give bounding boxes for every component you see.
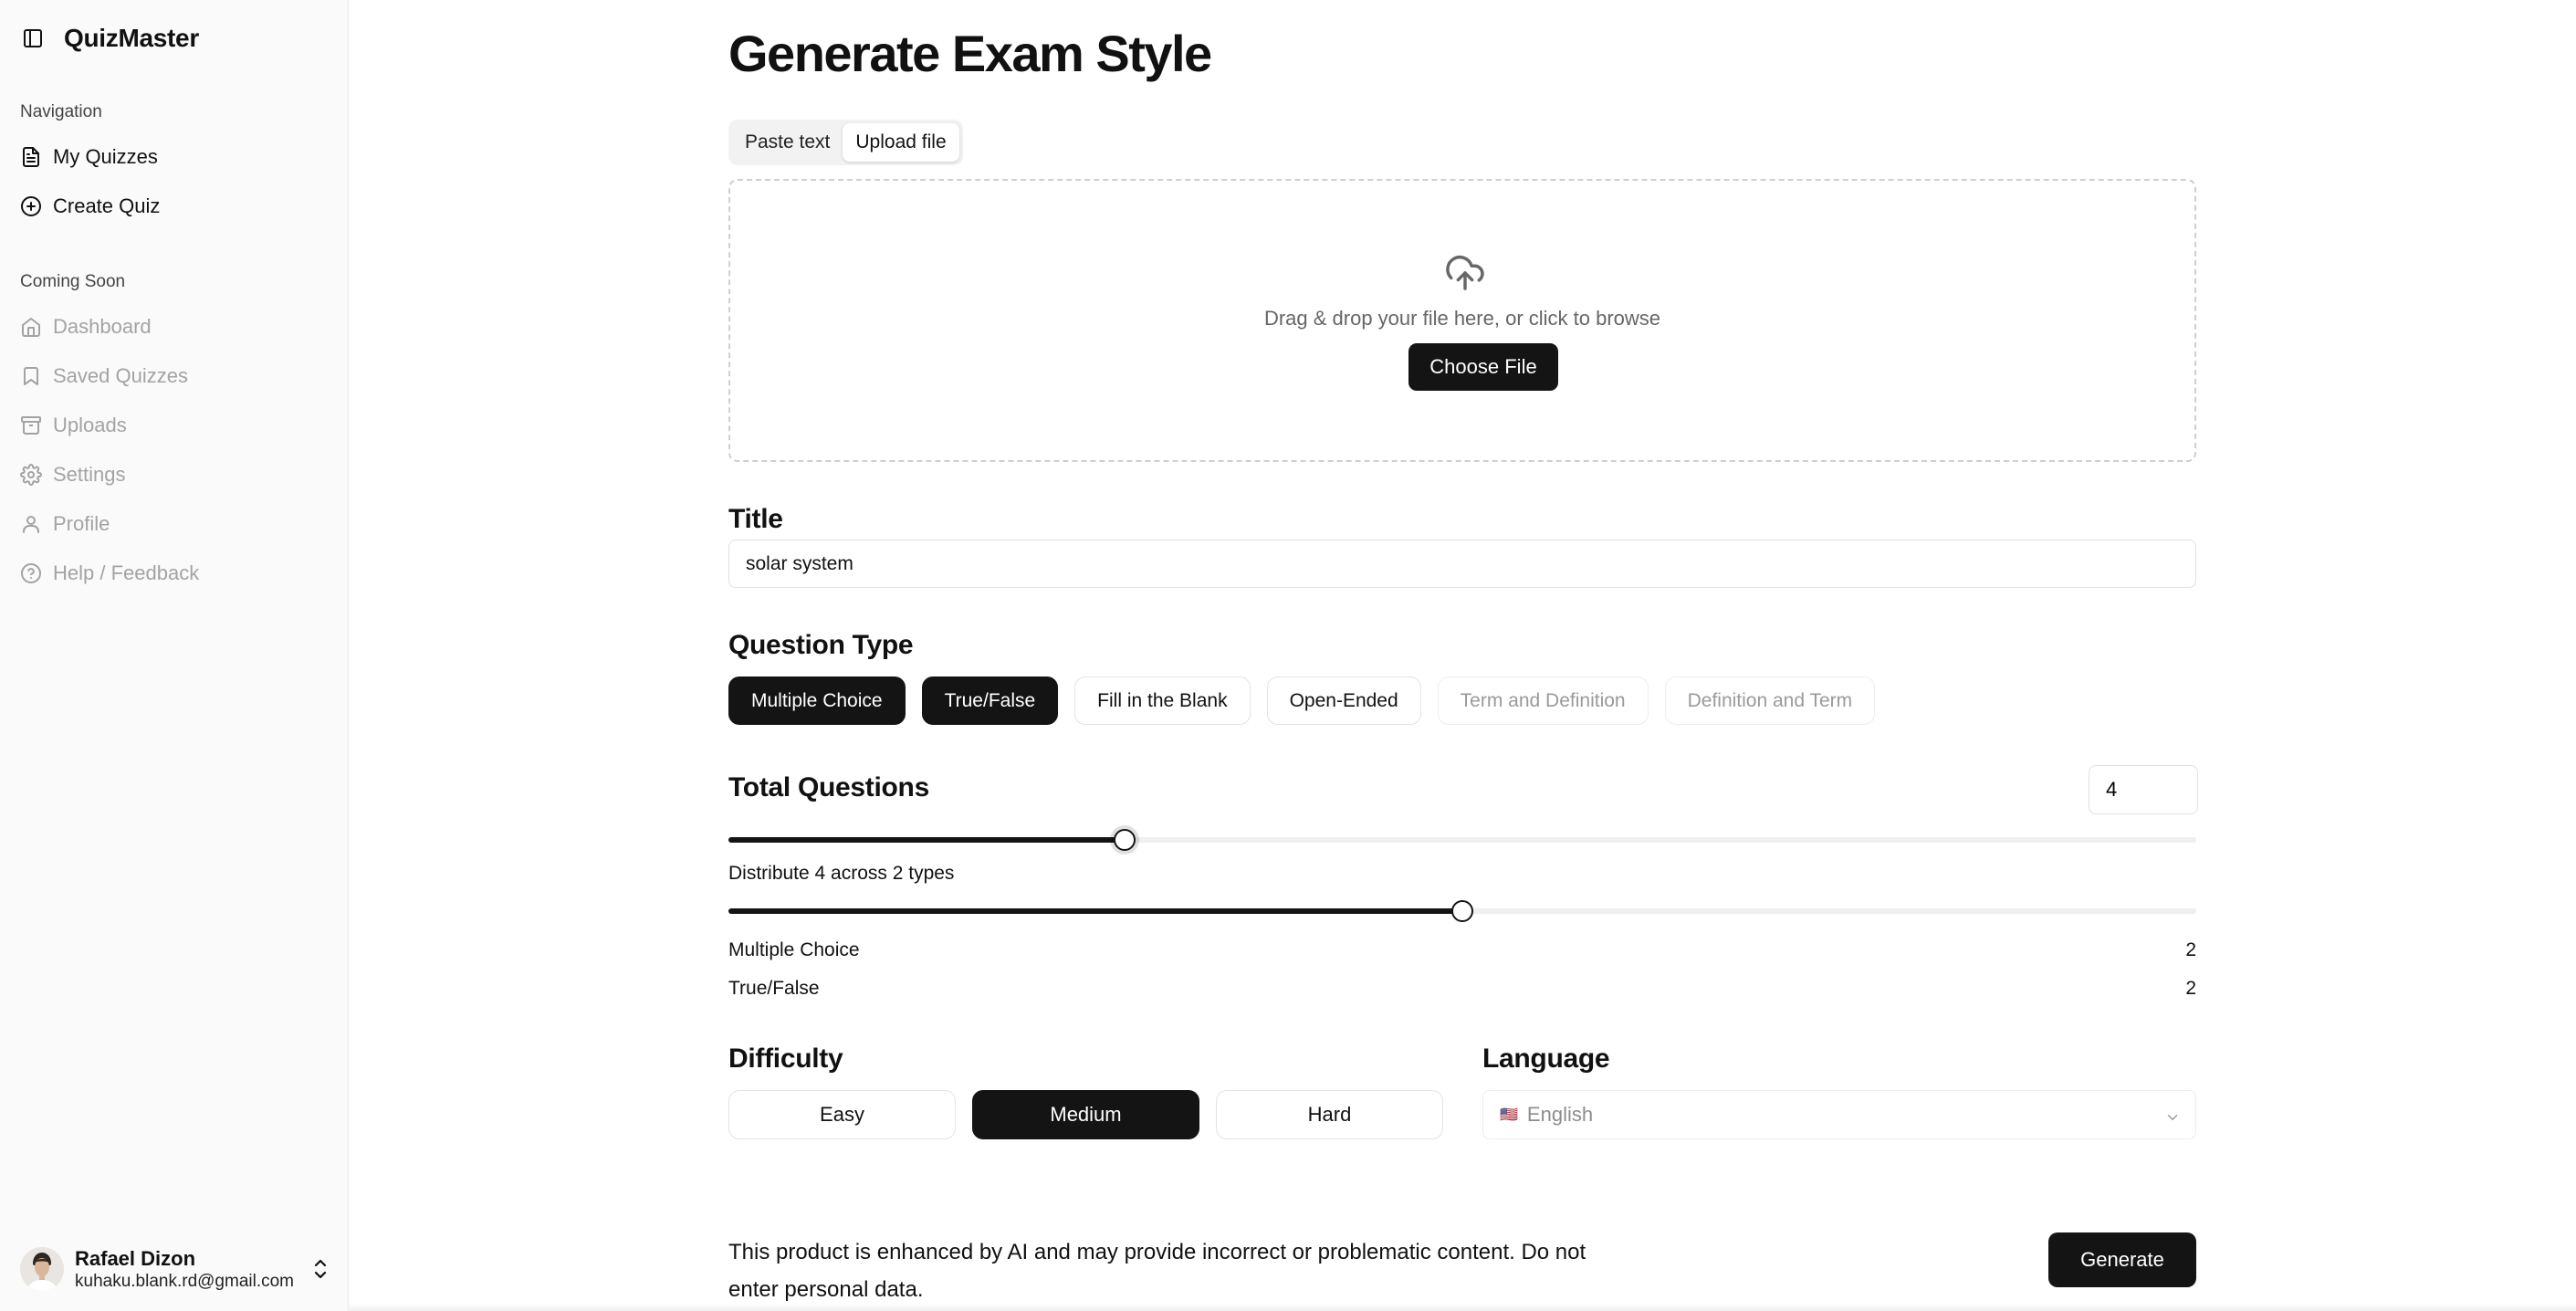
generate-button[interactable]: Generate [2048,1232,2196,1287]
total-questions-input[interactable] [2089,765,2198,814]
user-name: Rafael Dizon [75,1247,196,1270]
slider-thumb[interactable] [1451,900,1473,922]
sidebar-item-dashboard: Dashboard [20,309,152,345]
brand: QuizMaster [22,24,199,53]
sidebar-item-settings: Settings [20,456,126,493]
tab-upload-file[interactable]: Upload file [843,123,959,162]
question-type-label: Question Type [728,630,914,660]
language-label: Language [1482,1044,1610,1074]
distribution-type: True/False [728,978,820,999]
distribution-count: 2 [2185,939,2196,960]
sidebar-item-label: Dashboard [53,315,152,338]
distribution-row: Multiple Choice 2 [728,939,2196,961]
chevron-down-icon [2164,1107,2181,1124]
distribution-slider[interactable] [728,900,2196,922]
plus-circle-icon [20,195,42,217]
title-input[interactable] [728,540,2196,588]
cloud-upload-icon [1444,252,1486,290]
sidebar-item-saved-quizzes: Saved Quizzes [20,358,188,394]
question-type-options: Multiple Choice True/False Fill in the B… [728,676,1876,725]
user-info: Rafael Dizon kuhaku.blank.rd@gmail.com [75,1246,310,1292]
file-text-icon [20,146,42,168]
distribution-count: 2 [2185,978,2196,999]
sidebar-item-help-feedback: Help / Feedback [20,555,199,592]
file-dropzone[interactable]: Drag & drop your file here, or click to … [728,179,2196,462]
footer-shadow [349,1304,2576,1311]
question-type-true-false[interactable]: True/False [921,676,1059,725]
us-flag-icon: 🇺🇸 [1500,1107,1518,1123]
sidebar-item-label: Help / Feedback [53,561,200,584]
question-type-open-ended[interactable]: Open-Ended [1266,676,1421,725]
sidebar-item-uploads: Uploads [20,407,127,444]
dropzone-text: Drag & drop your file here, or click to … [1263,307,1661,330]
sidebar-item-label: Profile [53,512,110,535]
slider-fill [728,837,1126,843]
sidebar-item-my-quizzes[interactable]: My Quizzes [20,139,158,175]
nav-group-label-navigation: Navigation [20,102,102,121]
gear-icon [20,464,42,486]
difficulty-options: Easy Medium Hard [728,1090,1443,1139]
sidebar-item-label: Uploads [53,414,127,436]
difficulty-easy[interactable]: Easy [728,1090,956,1139]
ai-disclaimer: This product is enhanced by AI and may p… [728,1240,1586,1302]
slider-thumb[interactable] [1114,829,1136,851]
title-label: Title [728,504,783,534]
total-questions-label: Total Questions [728,772,929,802]
question-type-multiple-choice[interactable]: Multiple Choice [728,676,906,725]
avatar [20,1247,64,1291]
language-value: English [1526,1103,1594,1126]
slider-fill [728,908,1462,914]
sidebar: QuizMaster Navigation My Quizzes Create … [0,0,349,1311]
language-select[interactable]: 🇺🇸 English [1482,1090,2196,1139]
main-content: Generate Exam Style Paste text Upload fi… [349,0,2576,1311]
user-email: kuhaku.blank.rd@gmail.com [75,1272,295,1291]
user-icon [20,513,42,535]
difficulty-label: Difficulty [728,1044,843,1074]
question-type-term-and-definition: Term and Definition [1437,676,1649,725]
sidebar-toggle-icon[interactable] [22,27,44,49]
bookmark-icon [20,365,42,387]
sidebar-item-label: My Quizzes [53,145,158,168]
chevrons-up-down-icon[interactable] [310,1256,330,1282]
difficulty-hard[interactable]: Hard [1216,1090,1443,1139]
distribution-type: Multiple Choice [728,939,860,960]
distribution-text: Distribute 4 across 2 types [728,863,955,884]
difficulty-medium[interactable]: Medium [972,1090,1199,1139]
help-circle-icon [20,562,42,584]
page-title: Generate Exam Style [728,25,1212,82]
sidebar-item-label: Create Quiz [53,194,161,217]
home-icon [20,316,42,338]
sidebar-item-create-quiz[interactable]: Create Quiz [20,188,160,225]
sidebar-item-label: Settings [53,463,126,486]
question-type-definition-and-term: Definition and Term [1664,676,1876,725]
input-mode-tabs: Paste text Upload file [728,120,963,165]
question-type-fill-in-the-blank[interactable]: Fill in the Blank [1074,676,1251,725]
sidebar-item-profile: Profile [20,506,110,542]
nav-group-label-coming-soon: Coming Soon [20,272,126,291]
archive-icon [20,414,42,436]
sidebar-item-label: Saved Quizzes [53,364,188,387]
distribution-row: True/False 2 [728,978,2196,1000]
app-title: QuizMaster [64,24,199,52]
choose-file-button[interactable]: Choose File [1408,343,1558,391]
user-menu[interactable]: Rafael Dizon kuhaku.blank.rd@gmail.com [20,1242,330,1296]
total-questions-slider[interactable] [728,829,2196,851]
tab-paste-text[interactable]: Paste text [732,123,843,162]
